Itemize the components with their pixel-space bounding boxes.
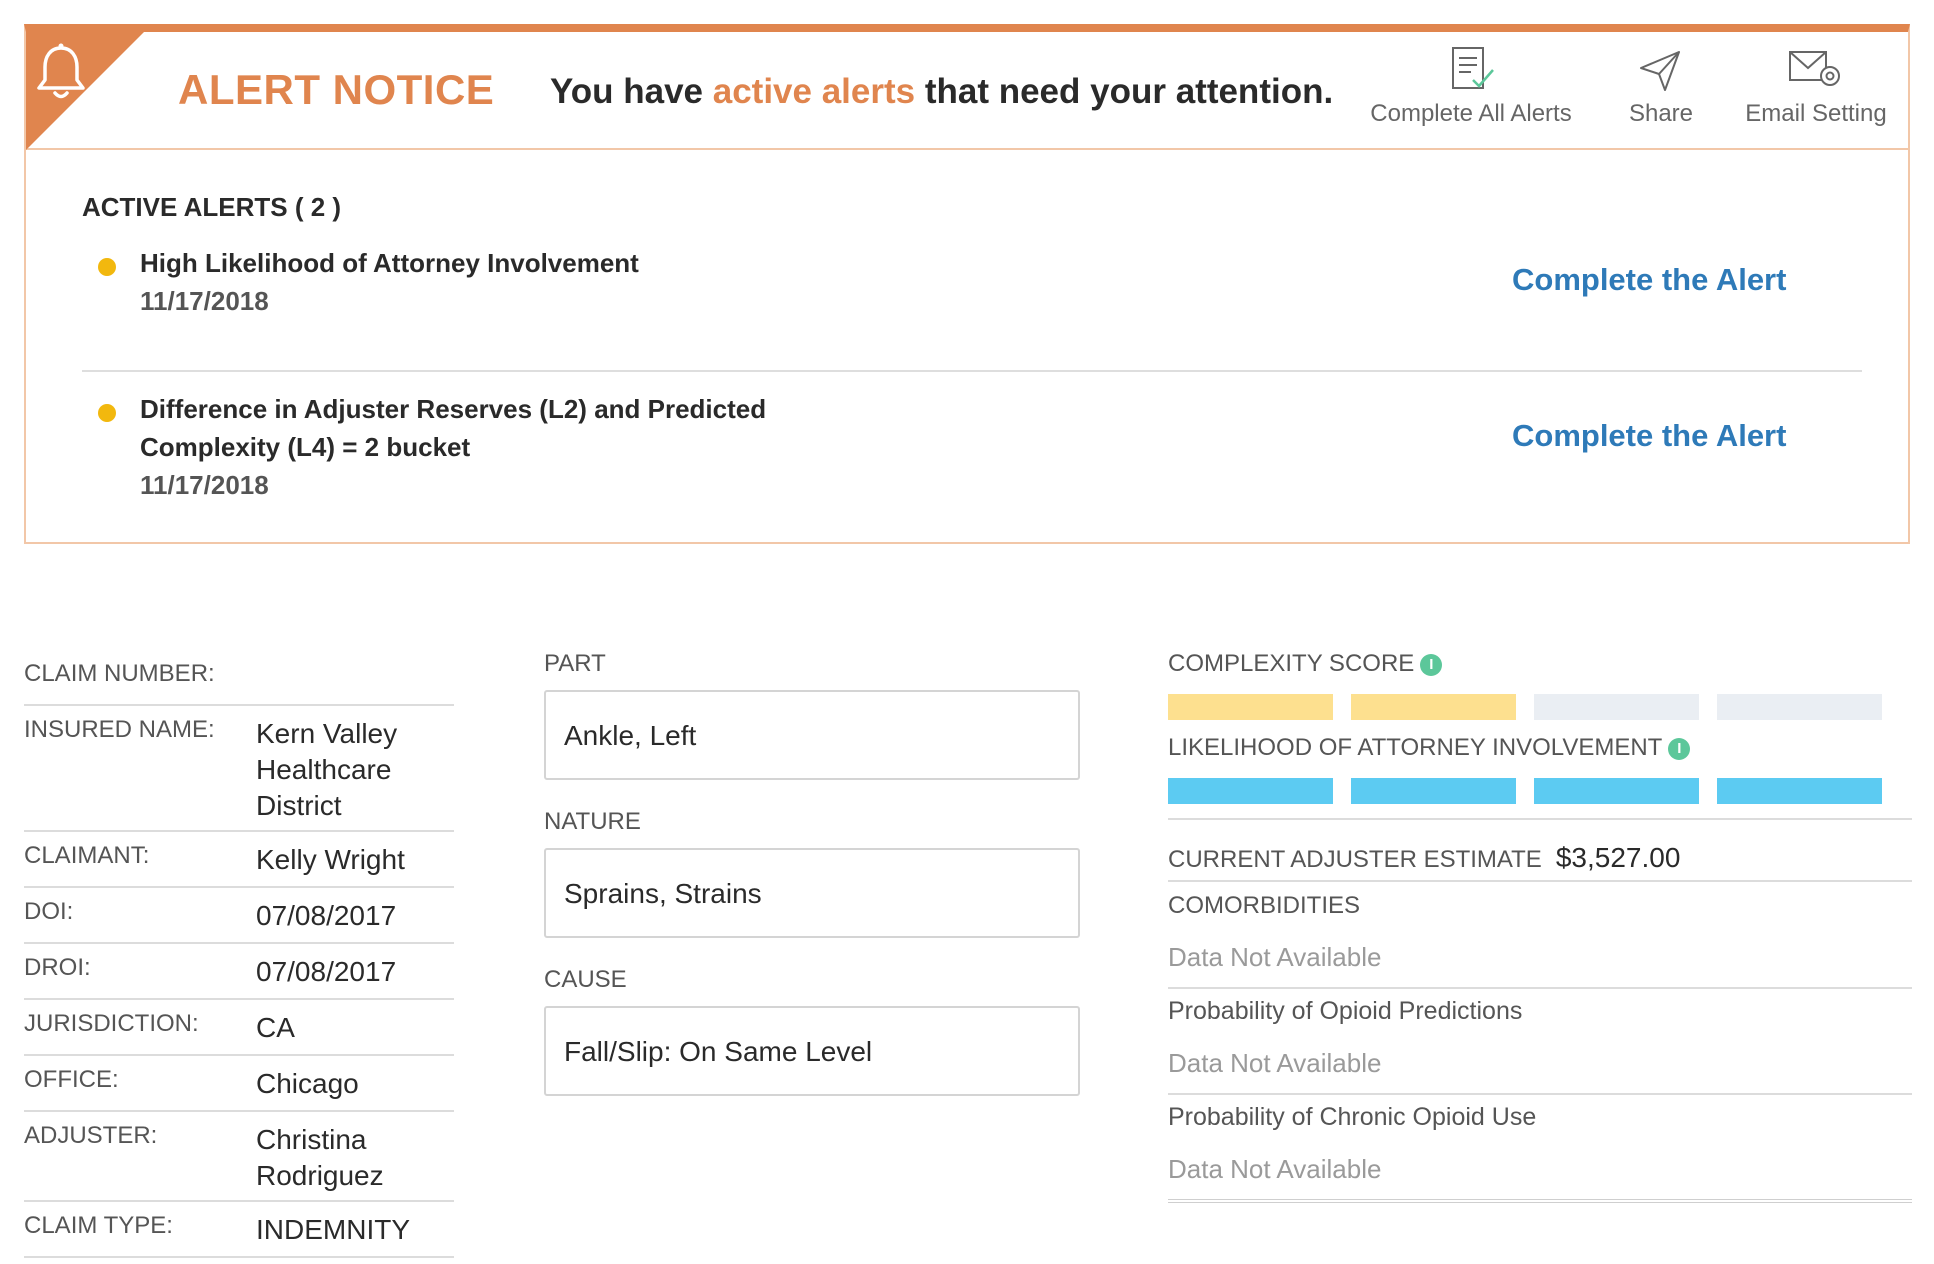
alert-item-title-continued: Complexity (L4) = 2 bucket — [140, 432, 471, 462]
alert-header: ALERT NOTICE You have active alerts that… — [26, 32, 1908, 150]
claim-value: INDEMNITY — [256, 1214, 410, 1245]
alert-item-text: High Likelihood of Attorney Involvement … — [140, 244, 639, 320]
attorney-involvement-label: LIKELIHOOD OF ATTORNEY INVOLVEMENT — [1168, 734, 1663, 761]
claim-value: 07/08/2017 — [256, 900, 397, 931]
alert-item: Difference in Adjuster Reserves (L2) and… — [82, 362, 1862, 512]
chronic-opioid-block: Probability of Chronic Opioid Use Data N… — [1168, 1103, 1912, 1203]
complexity-score-bar — [1168, 694, 1882, 720]
info-icon[interactable]: i — [1668, 738, 1691, 760]
injury-details: PART Ankle, Left NATURE Sprains, Strains… — [544, 650, 1080, 1124]
complexity-score-label: COMPLEXITY SCORE — [1168, 650, 1415, 677]
claim-label: DROI: — [24, 954, 91, 981]
complexity-bar-segment — [1351, 694, 1516, 720]
cause-field[interactable]: Fall/Slip: On Same Level — [544, 1006, 1080, 1096]
complexity-score-heading: COMPLEXITY SCORE i — [1168, 650, 1912, 678]
attorney-bar-segment — [1351, 778, 1516, 804]
claim-details: CLAIM NUMBER: INSURED NAME: Kern Valley … — [24, 650, 454, 1258]
info-icon[interactable]: i — [1420, 654, 1443, 676]
claim-row-droi: DROI: 07/08/2017 — [24, 944, 454, 1000]
claim-label: CLAIM TYPE: — [24, 1212, 173, 1239]
attorney-involvement-heading: LIKELIHOOD OF ATTORNEY INVOLVEMENT i — [1168, 734, 1912, 762]
divider — [1168, 818, 1912, 820]
complete-alert-link[interactable]: Complete the Alert — [1512, 262, 1786, 298]
claim-row-claimant: CLAIMANT: Kelly Wright — [24, 832, 454, 888]
claim-value: Kern Valley Healthcare District — [256, 718, 398, 821]
comorbidities-block: COMORBIDITIES Data Not Available — [1168, 892, 1912, 989]
alert-item-date: 11/17/2018 — [140, 470, 269, 500]
alert-item-date: 11/17/2018 — [140, 286, 269, 316]
complete-all-alerts-button[interactable]: Complete All Alerts — [1356, 46, 1586, 128]
claim-label: OFFICE: — [24, 1066, 119, 1093]
nature-field[interactable]: Sprains, Strains — [544, 848, 1080, 938]
claim-label: ADJUSTER: — [24, 1122, 158, 1149]
claim-value: 07/08/2017 — [256, 956, 397, 987]
chronic-opioid-label: Probability of Chronic Opioid Use — [1168, 1103, 1537, 1131]
claim-value: Kelly Wright — [256, 844, 405, 875]
complexity-bar-segment — [1717, 694, 1882, 720]
opioid-predictions-block: Probability of Opioid Predictions Data N… — [1168, 997, 1912, 1095]
claim-row-insured-name: INSURED NAME: Kern Valley Healthcare Dis… — [24, 706, 454, 832]
alert-item: High Likelihood of Attorney Involvement … — [82, 244, 1862, 372]
part-label: PART — [544, 650, 606, 677]
alert-message-suffix: that need your attention. — [915, 72, 1334, 111]
alert-message-prefix: You have — [550, 72, 713, 111]
bell-icon — [37, 43, 85, 99]
share-label: Share — [1628, 100, 1694, 127]
claim-row-jurisdiction: JURISDICTION: CA — [24, 1000, 454, 1056]
attorney-bar-segment — [1717, 778, 1882, 804]
email-setting-button[interactable]: Email Setting — [1716, 46, 1916, 128]
active-alerts-heading: ACTIVE ALERTS ( 2 ) — [82, 192, 342, 222]
complexity-bar-segment — [1534, 694, 1699, 720]
claim-row-adjuster: ADJUSTER: Christina Rodriguez — [24, 1112, 454, 1202]
opioid-predictions-label: Probability of Opioid Predictions — [1168, 997, 1523, 1025]
claim-row-doi: DOI: 07/08/2017 — [24, 888, 454, 944]
complexity-bar-segment — [1168, 694, 1333, 720]
send-icon — [1640, 51, 1680, 91]
email-setting-label: Email Setting — [1745, 100, 1887, 127]
risk-scores: COMPLEXITY SCORE i LIKELIHOOD OF ATTORNEY… — [1168, 650, 1912, 1203]
adjuster-estimate-label: CURRENT ADJUSTER ESTIMATE — [1168, 846, 1542, 873]
attorney-involvement-bar — [1168, 778, 1882, 804]
cause-label: CAUSE — [544, 966, 627, 993]
claim-label: CLAIMANT: — [24, 842, 150, 869]
claim-value: Christina Rodriguez — [256, 1124, 384, 1191]
claim-value — [256, 656, 454, 692]
claim-label: INSURED NAME: — [24, 716, 215, 743]
claim-label: DOI: — [24, 898, 74, 925]
attorney-bar-segment — [1168, 778, 1333, 804]
adjuster-estimate-value: $3,527.00 — [1555, 842, 1681, 873]
comorbidities-label: COMORBIDITIES — [1168, 892, 1361, 919]
claim-value: Chicago — [256, 1068, 359, 1099]
claim-row-claim-number: CLAIM NUMBER: — [24, 650, 454, 706]
alert-title: ALERT NOTICE — [178, 66, 495, 113]
comorbidities-value: Data Not Available — [1168, 942, 1382, 972]
opioid-predictions-value: Data Not Available — [1168, 1048, 1382, 1078]
share-button[interactable]: Share — [1606, 46, 1716, 128]
complete-alert-link[interactable]: Complete the Alert — [1512, 418, 1786, 454]
attorney-bar-segment — [1534, 778, 1699, 804]
alert-message: You have active alerts that need your at… — [550, 72, 1333, 112]
alert-bullet-icon — [98, 258, 116, 276]
nature-label: NATURE — [544, 808, 641, 835]
claim-value: CA — [256, 1012, 295, 1043]
claim-label: CLAIM NUMBER: — [24, 660, 215, 687]
email-gear-icon — [1789, 51, 1840, 86]
chronic-opioid-value: Data Not Available — [1168, 1154, 1382, 1184]
part-field[interactable]: Ankle, Left — [544, 690, 1080, 780]
checklist-icon — [1452, 47, 1494, 89]
alert-message-accent: active alerts — [712, 72, 916, 111]
adjuster-estimate-block: CURRENT ADJUSTER ESTIMATE $3,527.00 — [1168, 842, 1912, 882]
alert-item-text: Difference in Adjuster Reserves (L2) and… — [140, 390, 766, 504]
alert-item-title: Difference in Adjuster Reserves (L2) and… — [140, 394, 767, 424]
alert-bullet-icon — [98, 404, 116, 422]
claim-row-claim-type: CLAIM TYPE: INDEMNITY — [24, 1202, 454, 1258]
claim-row-office: OFFICE: Chicago — [24, 1056, 454, 1112]
claim-label: JURISDICTION: — [24, 1010, 199, 1037]
complete-all-alerts-label: Complete All Alerts — [1370, 100, 1572, 127]
alert-notice-panel: ALERT NOTICE You have active alerts that… — [24, 24, 1910, 544]
alert-item-title: High Likelihood of Attorney Involvement — [140, 248, 639, 278]
